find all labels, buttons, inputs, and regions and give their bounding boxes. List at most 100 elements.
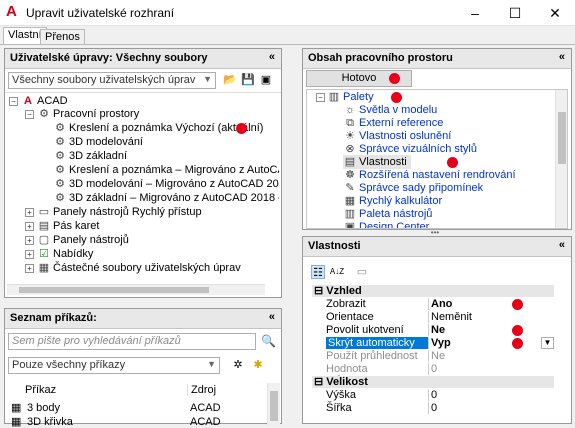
scrollbar-thumb[interactable] xyxy=(270,391,278,421)
prop-row-use-transparency[interactable]: Použít průhlednost Ne xyxy=(312,350,554,362)
collapse-chevron-icon[interactable]: « xyxy=(559,51,565,63)
new-command-star-icon[interactable]: ✱ xyxy=(251,358,265,372)
tree-label: 3D základní xyxy=(69,150,128,162)
prop-value[interactable]: 0 xyxy=(428,363,554,375)
prop-value[interactable]: Ne xyxy=(428,324,554,336)
red-marker-dot xyxy=(512,299,523,310)
command-filter-select[interactable]: Pouze všechny příkazy ▼ xyxy=(8,357,220,374)
minus-toggle-icon[interactable]: ⊟ xyxy=(312,376,323,388)
tree-node-partial-files[interactable]: ▦ Částečné soubory uživatelských úprav xyxy=(37,261,241,275)
command-list-title: Seznam příkazů: xyxy=(10,312,97,324)
tree-node-qat[interactable]: ▭ Panely nástrojů Rychlý přístup xyxy=(37,205,202,219)
tree-node-ribbon[interactable]: ▤ Pás karet xyxy=(37,219,100,233)
palette-item[interactable]: ☼ Světla v modelu xyxy=(343,103,437,117)
collapse-chevron-icon[interactable]: « xyxy=(559,239,565,251)
close-button[interactable]: ✕ xyxy=(535,0,575,26)
palette-item[interactable]: ▦ Rychlý kalkulátor xyxy=(343,194,442,208)
palette-item-selected[interactable]: ▤ Vlastnosti xyxy=(343,155,411,169)
prop-value[interactable]: Vyp xyxy=(428,337,554,349)
find-replace-icon[interactable]: ✲ xyxy=(231,358,245,372)
properties-title: Vlastnosti xyxy=(308,240,361,252)
palette-item[interactable]: ☸ Rozšířená nastavení rendrování xyxy=(343,168,515,182)
palette-item[interactable]: ☀ Vlastnosti oslunění xyxy=(343,129,451,143)
tree-label: Design Center xyxy=(359,221,430,229)
command-search-input[interactable]: Sem pište pro vyhledávání příkazů xyxy=(8,333,256,350)
prop-row-orientation[interactable]: Orientace Neměnit xyxy=(312,311,554,323)
tree-node-acad[interactable]: A ACAD xyxy=(21,94,68,108)
sun-icon: ☀ xyxy=(345,130,355,142)
command-row-name[interactable]: 3D křivka xyxy=(27,416,73,428)
maximize-button[interactable]: ☐ xyxy=(495,0,535,26)
tree-label: 3D modelování – Migrováno z AutoCAD 2018… xyxy=(69,178,279,190)
tree-node-toolbars[interactable]: ▢ Panely nástrojů xyxy=(37,233,129,247)
tree-label: Částečné soubory uživatelských úprav xyxy=(53,262,241,274)
command-row-name[interactable]: 3 body xyxy=(27,402,60,414)
toolbars-icon: ▢ xyxy=(38,234,50,246)
expand-toggle-icon[interactable]: + xyxy=(25,222,34,231)
collapse-chevron-icon[interactable]: « xyxy=(269,311,275,323)
chevron-down-icon: ▼ xyxy=(207,359,216,369)
prop-value[interactable]: 0 xyxy=(428,402,554,414)
tree-node-workspace[interactable]: ⚙ 3D základní xyxy=(53,149,127,163)
vertical-scrollbar[interactable] xyxy=(267,383,280,425)
expand-toggle-icon[interactable]: + xyxy=(25,236,34,245)
collapse-toggle-icon[interactable]: − xyxy=(25,110,34,119)
prop-value[interactable]: 0 xyxy=(428,389,554,401)
prop-key: Zobrazit xyxy=(326,298,366,310)
tree-node-workspace[interactable]: ⚙ Kreslení a poznámka – Migrováno z AutoC… xyxy=(53,163,279,177)
expand-toggle-icon[interactable]: + xyxy=(25,208,34,217)
expand-toggle-icon[interactable]: + xyxy=(25,264,34,273)
group-appearance[interactable]: ⊟ Vzhled xyxy=(312,285,554,297)
col-command-header[interactable]: Příkaz xyxy=(25,384,56,396)
categorized-view-icon[interactable]: ☷ xyxy=(311,265,325,279)
palette-item[interactable]: ▥ Paleta nástrojů xyxy=(343,207,433,221)
tree-node-workspace[interactable]: ⚙ 3D základní – Migrováno z AutoCAD 2018 … xyxy=(53,191,279,205)
tree-node-workspace[interactable]: ⚙ 3D modelování – Migrováno z AutoCAD 201… xyxy=(53,177,279,191)
group-size[interactable]: ⊟ Velikost xyxy=(312,376,554,388)
tree-node-workspaces[interactable]: ⚙ Pracovní prostory xyxy=(37,107,139,121)
customization-file-select[interactable]: Všechny soubory uživatelských úprav ▼ xyxy=(8,72,216,89)
command-row-source: ACAD xyxy=(190,416,221,428)
render-icon: ☸ xyxy=(345,169,355,181)
tree-node-workspace-current[interactable]: ⚙ Kreslení a poznámka Výchozí (aktuální) xyxy=(53,121,263,135)
xref-icon: ⧉ xyxy=(346,117,354,129)
collapse-toggle-icon[interactable]: − xyxy=(9,97,18,106)
tab-prenos[interactable]: Přenos xyxy=(40,29,85,45)
prop-row-height[interactable]: Výška 0 xyxy=(312,389,554,401)
customizations-title: Uživatelské úpravy: Všechny soubory xyxy=(10,52,208,64)
tree-label: Panely nástrojů xyxy=(53,234,129,246)
scrollbar-thumb[interactable] xyxy=(558,112,566,164)
palette-item[interactable]: ⊗ Správce vizuálních stylů xyxy=(343,142,477,156)
prop-value[interactable]: Ano xyxy=(428,298,554,310)
col-source-header[interactable]: Zdroj xyxy=(187,384,216,396)
prop-value[interactable]: Neměnit xyxy=(428,311,554,323)
search-icon[interactable]: 🔍 xyxy=(261,334,276,348)
search-placeholder: Sem pište pro vyhledávání příkazů xyxy=(12,335,181,347)
property-pages-icon[interactable]: ▭ xyxy=(355,265,369,279)
palettes-icon: ▥ xyxy=(328,91,340,103)
open-file-icon[interactable]: 📂 xyxy=(223,73,237,87)
palette-item[interactable]: ⧉ Externí reference xyxy=(343,116,443,130)
horizontal-scrollbar[interactable] xyxy=(7,284,265,295)
save-icon[interactable]: 💾 xyxy=(241,73,255,87)
tree-node-palettes[interactable]: ▥ Palety xyxy=(327,90,374,104)
red-marker-dot xyxy=(512,338,523,349)
tree-node-menus[interactable]: ☑ Nabídky xyxy=(37,247,93,261)
red-marker-dot xyxy=(512,325,523,336)
prop-row-transparency-value[interactable]: Hodnota průhlednosti0 xyxy=(312,363,554,387)
palette-item[interactable]: ✎ Správce sady připomínek xyxy=(343,181,483,195)
minimize-button[interactable]: – xyxy=(455,0,495,26)
save-as-icon[interactable]: ▣ xyxy=(259,73,273,87)
minus-toggle-icon[interactable]: ⊟ xyxy=(312,285,323,297)
prop-value[interactable]: Ne xyxy=(428,350,554,362)
palette-item[interactable]: ▣ Design Center xyxy=(343,220,430,229)
prop-row-width[interactable]: Šířka 0 xyxy=(312,402,554,414)
expand-toggle-icon[interactable]: + xyxy=(25,250,34,259)
vertical-scrollbar[interactable] xyxy=(555,90,567,228)
alphabetic-sort-icon[interactable]: A↓Z xyxy=(329,265,345,279)
collapse-toggle-icon[interactable]: − xyxy=(316,93,325,102)
collapse-chevron-icon[interactable]: « xyxy=(269,51,275,63)
tree-node-workspace[interactable]: ⚙ 3D modelování xyxy=(53,135,143,149)
autohide-dropdown-button[interactable]: ▼ xyxy=(541,337,554,349)
scrollbar-thumb[interactable] xyxy=(19,287,209,293)
